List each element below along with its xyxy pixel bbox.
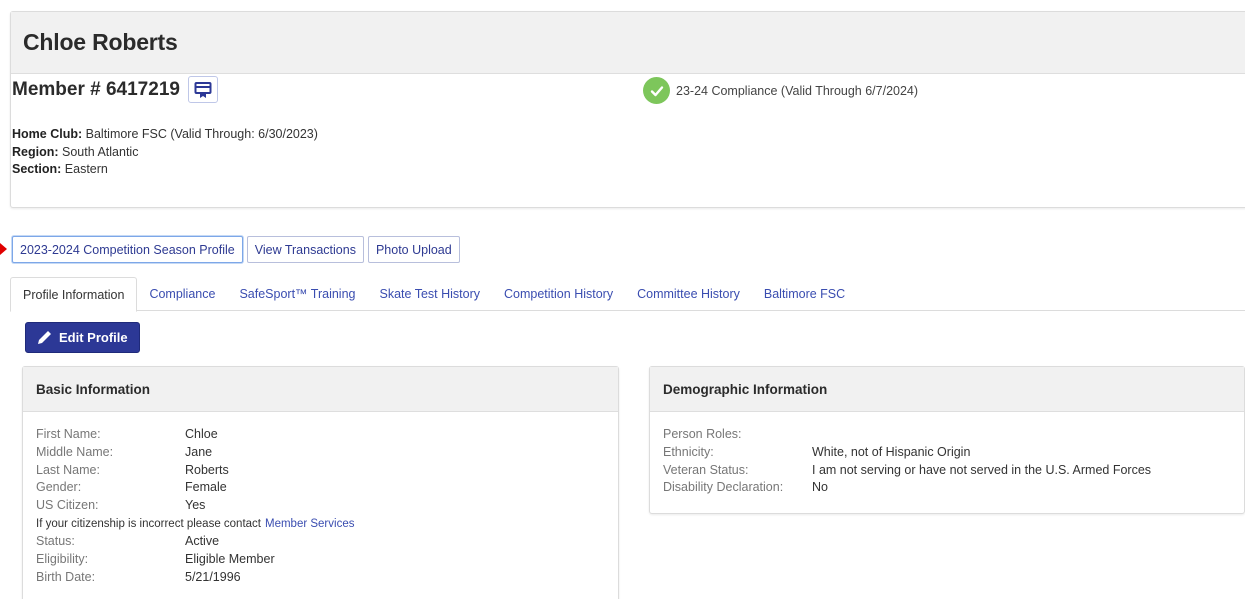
club-info: Home Club: Baltimore FSC (Valid Through:… <box>12 126 318 179</box>
view-transactions-button[interactable]: View Transactions <box>246 236 364 263</box>
member-number: Member # 6417219 <box>12 78 180 100</box>
edit-profile-button[interactable]: Edit Profile <box>25 322 140 353</box>
tab-skate-test-history[interactable]: Skate Test History <box>368 277 493 311</box>
info-row: Last Name: Roberts <box>36 462 618 480</box>
last-name-value: Roberts <box>185 462 229 477</box>
tab-safesport-training[interactable]: SafeSport™ Training <box>227 277 367 311</box>
basic-information-title: Basic Information <box>23 367 618 412</box>
action-button-row: 2023-2024 Competition Season Profile Vie… <box>12 236 460 263</box>
middle-name-value: Jane <box>185 444 213 459</box>
citizenship-note-text: If your citizenship is incorrect please … <box>36 517 261 530</box>
region-line: Region: South Atlantic <box>12 144 318 162</box>
middle-name-label: Middle Name: <box>36 444 114 459</box>
season-profile-button[interactable]: 2023-2024 Competition Season Profile <box>12 236 243 263</box>
section-value: Eastern <box>64 162 108 176</box>
eligibility-label: Eligibility: <box>36 551 89 566</box>
first-name-label: First Name: <box>36 427 101 441</box>
edit-profile-label: Edit Profile <box>59 330 128 345</box>
section-line: Section: Eastern <box>12 161 318 179</box>
info-row: First Name: Chloe <box>36 426 618 444</box>
last-name-label: Last Name: <box>36 462 100 477</box>
info-row: Veteran Status: I am not serving or have… <box>663 462 1244 480</box>
demographic-information-panel: Demographic Information Person Roles: Et… <box>649 366 1245 514</box>
veteran-status-label: Veteran Status: <box>663 462 749 477</box>
membership-card-button[interactable] <box>187 76 218 103</box>
info-row: Ethnicity: White, not of Hispanic Origin <box>663 444 1244 462</box>
tab-competition-history[interactable]: Competition History <box>492 277 625 311</box>
info-row: Middle Name: Jane <box>36 444 618 462</box>
membership-card-icon <box>194 81 212 98</box>
eligibility-value: Eligible Member <box>185 551 275 566</box>
info-row: Eligibility: Eligible Member <box>36 551 618 569</box>
tab-baltimore-fsc[interactable]: Baltimore FSC <box>752 277 857 311</box>
basic-information-panel: Basic Information First Name: Chloe Midd… <box>22 366 619 599</box>
us-citizen-label: US Citizen: <box>36 498 99 513</box>
info-row: US Citizen: Yes <box>36 497 618 515</box>
us-citizen-value: Yes <box>185 498 206 513</box>
home-club-line: Home Club: Baltimore FSC (Valid Through:… <box>12 126 318 144</box>
birth-date-value: 5/21/1996 <box>185 569 241 584</box>
profile-tabs: Profile Information Compliance SafeSport… <box>10 277 1245 312</box>
region-value: South Atlantic <box>62 144 139 159</box>
veteran-status-value: I am not serving or have not served in t… <box>812 462 1152 477</box>
basic-information-body: First Name: Chloe Middle Name: Jane Last… <box>23 412 618 586</box>
member-header: Chloe Roberts <box>11 12 1245 74</box>
first-name-value: Chloe <box>185 427 218 441</box>
birth-date-label: Birth Date: <box>36 569 96 584</box>
tab-committee-history[interactable]: Committee History <box>625 277 752 311</box>
demographic-information-title: Demographic Information <box>650 367 1244 412</box>
gender-value: Female <box>185 480 227 495</box>
home-club-label: Home Club: <box>12 127 83 141</box>
photo-upload-button[interactable]: Photo Upload <box>367 236 460 263</box>
info-row: Person Roles: <box>663 426 1244 444</box>
citizenship-note: If your citizenship is incorrect please … <box>36 515 618 533</box>
person-roles-label: Person Roles: <box>663 427 742 441</box>
info-row: Status: Active <box>36 533 618 551</box>
tab-profile-information[interactable]: Profile Information <box>10 277 138 312</box>
info-row: Gender: Female <box>36 479 618 497</box>
gender-label: Gender: <box>36 480 82 495</box>
check-circle-icon <box>643 77 670 104</box>
status-label: Status: <box>36 533 75 548</box>
compliance-text: 23-24 Compliance (Valid Through 6/7/2024… <box>676 83 919 98</box>
compliance-status: 23-24 Compliance (Valid Through 6/7/2024… <box>643 77 918 104</box>
section-label: Section: <box>12 162 62 176</box>
tab-compliance[interactable]: Compliance <box>137 277 227 311</box>
region-label: Region: <box>12 144 59 159</box>
disability-declaration-value: No <box>812 480 828 495</box>
demographic-information-body: Person Roles: Ethnicity: White, not of H… <box>650 412 1244 497</box>
member-number-row: Member # 6417219 <box>12 76 218 103</box>
status-value: Active <box>185 533 220 548</box>
info-row: Birth Date: 5/21/1996 <box>36 569 618 587</box>
member-name: Chloe Roberts <box>23 29 178 55</box>
red-pointer-arrow <box>0 243 7 255</box>
home-club-value: Baltimore FSC (Valid Through: 6/30/2023) <box>85 127 318 141</box>
member-services-link[interactable]: Member Services <box>265 518 354 530</box>
ethnicity-label: Ethnicity: <box>663 444 714 459</box>
pencil-icon <box>38 331 51 344</box>
disability-declaration-label: Disability Declaration: <box>663 480 784 495</box>
ethnicity-value: White, not of Hispanic Origin <box>812 444 971 459</box>
info-row: Disability Declaration: No <box>663 479 1244 497</box>
